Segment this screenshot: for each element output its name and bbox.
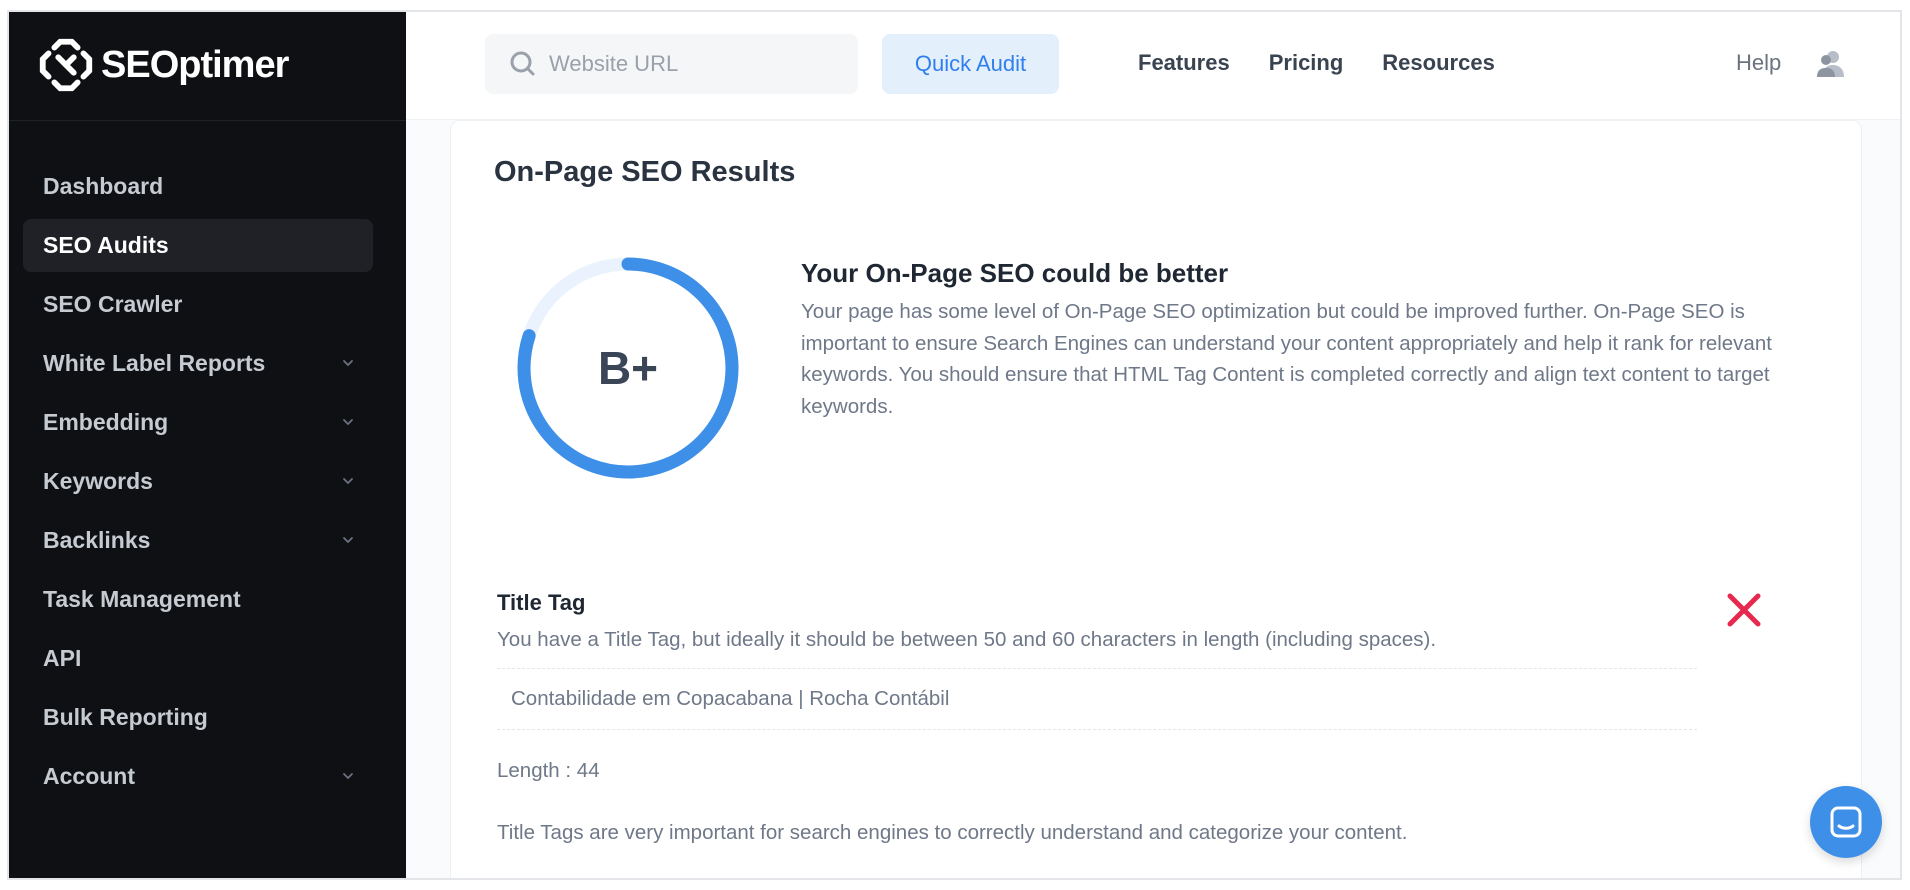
score-description: Your page has some level of On-Page SEO …: [801, 300, 1772, 418]
sidebar-item-label: Dashboard: [43, 173, 164, 199]
logo-gear-icon: [39, 38, 93, 92]
sidebar-item-white-label-reports[interactable]: White Label Reports: [23, 337, 373, 390]
search-box[interactable]: [485, 34, 858, 94]
sidebar-item-label: Backlinks: [43, 527, 151, 553]
sidebar-item-seo-audits[interactable]: SEO Audits: [23, 219, 373, 272]
topbar: Quick Audit Features Pricing Resources H…: [406, 12, 1900, 120]
chevron-down-icon[interactable]: [341, 415, 355, 429]
sidebar-item-api[interactable]: API: [23, 632, 373, 685]
brand-name: SEOptimer: [101, 43, 289, 86]
sidebar-nav: Dashboard SEO Audits SEO Crawler White Labe…: [23, 160, 373, 809]
sidebar-item-label: Embedding: [43, 409, 169, 435]
chevron-down-icon[interactable]: [341, 474, 355, 488]
sidebar-item-task-management[interactable]: Task Management: [23, 573, 373, 626]
check-description: You have a Title Tag, but ideally it sho…: [497, 628, 1437, 651]
sidebar-item-label: SEO Audits: [43, 232, 169, 258]
results-card: On-Page SEO Results B+ Your On-Page SEO …: [450, 120, 1862, 878]
app-window: SEOptimer Dashboard SEO Audits SEO Crawler…: [7, 10, 1902, 880]
sidebar-item-seo-crawler[interactable]: SEO Crawler: [23, 278, 373, 331]
sidebar: SEOptimer Dashboard SEO Audits SEO Crawler…: [9, 12, 406, 878]
quick-audit-button[interactable]: Quick Audit: [882, 34, 1059, 94]
chevron-down-icon[interactable]: [341, 356, 355, 370]
sidebar-divider: [9, 120, 406, 121]
page-title: On-Page SEO Results: [494, 156, 796, 188]
chat-button[interactable]: [1810, 786, 1882, 858]
sidebar-item-bulk-reporting[interactable]: Bulk Reporting: [23, 691, 373, 744]
sidebar-item-label: Account: [43, 763, 135, 789]
nav-link-pricing[interactable]: Pricing: [1269, 50, 1344, 76]
sidebar-item-embedding[interactable]: Embedding: [23, 396, 373, 449]
check-title: Title Tag: [497, 590, 586, 615]
sidebar-item-dashboard[interactable]: Dashboard: [23, 160, 373, 213]
help-link[interactable]: Help: [1736, 50, 1781, 76]
title-tag-value: Contabilidade em Copacabana | Rocha Cont…: [497, 668, 1697, 730]
sidebar-item-keywords[interactable]: Keywords: [23, 455, 373, 508]
nav-link-features[interactable]: Features: [1138, 50, 1230, 76]
nav-link-resources[interactable]: Resources: [1382, 50, 1495, 76]
sidebar-item-label: Task Management: [43, 586, 241, 612]
grade-value: B+: [597, 342, 659, 394]
chevron-down-icon[interactable]: [341, 533, 355, 547]
website-url-input[interactable]: [549, 51, 849, 77]
sidebar-item-label: SEO Crawler: [43, 291, 183, 317]
fail-x-icon: [1727, 593, 1761, 627]
user-icon[interactable]: [1816, 49, 1846, 79]
sidebar-item-backlinks[interactable]: Backlinks: [23, 514, 373, 567]
title-length: Length : 44: [497, 759, 600, 782]
sidebar-item-label: API: [43, 645, 82, 671]
search-icon: [510, 51, 535, 76]
score-heading: Your On-Page SEO could be better: [801, 258, 1229, 288]
chat-icon: [1830, 806, 1862, 838]
main-content: On-Page SEO Results B+ Your On-Page SEO …: [406, 120, 1900, 878]
top-nav: Features Pricing Resources: [1138, 50, 1495, 76]
sidebar-item-account[interactable]: Account: [23, 750, 373, 803]
check-note: Title Tags are very important for search…: [497, 821, 1408, 844]
chevron-down-icon[interactable]: [341, 769, 355, 783]
sidebar-item-label: Keywords: [43, 468, 153, 494]
logo[interactable]: SEOptimer: [35, 32, 289, 98]
sidebar-item-label: White Label Reports: [43, 350, 266, 376]
sidebar-item-label: Bulk Reporting: [43, 704, 208, 730]
